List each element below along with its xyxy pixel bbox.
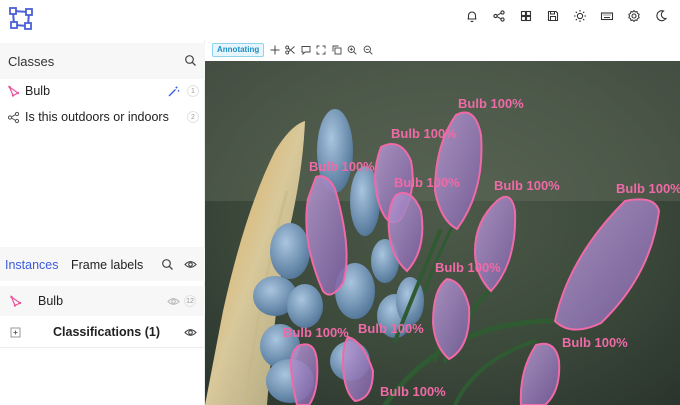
- classifications-row[interactable]: Classifications (1): [0, 316, 205, 348]
- class-item-label: Bulb: [25, 84, 51, 98]
- save-icon[interactable]: [539, 6, 566, 26]
- polygon-icon: [6, 84, 20, 98]
- class-item-bulb[interactable]: Bulb 1: [0, 80, 205, 102]
- bell-icon[interactable]: [458, 6, 485, 26]
- expand-icon[interactable]: [8, 325, 22, 339]
- bulb-polygon: [289, 343, 319, 405]
- annotated-image[interactable]: Bulb 100% Bulb 100% Bulb 100% Bulb 100% …: [205, 61, 680, 405]
- eye-icon[interactable]: [166, 294, 180, 308]
- top-bar: [0, 0, 680, 40]
- search-icon[interactable]: [160, 257, 174, 271]
- classifications-label: Classifications (1): [53, 325, 160, 339]
- classes-title: Classes: [8, 54, 55, 69]
- instance-label: Bulb: [38, 294, 64, 308]
- annotation-label: Bulb 100%: [380, 384, 446, 399]
- image-canvas[interactable]: Bulb 100% Bulb 100% Bulb 100% Bulb 100% …: [205, 61, 680, 405]
- annotating-mode-badge[interactable]: Annotating: [212, 43, 265, 57]
- annotation-label: Bulb 100%: [435, 260, 501, 275]
- zoom-in-icon[interactable]: [346, 44, 358, 56]
- left-sidebar: Classes Bulb 1 Is this outdoors or indoo…: [0, 40, 205, 405]
- annotation-label: Bulb 100%: [458, 96, 524, 111]
- instance-count-badge: 12: [184, 295, 196, 307]
- annotation-toolbar: Annotating: [205, 40, 680, 61]
- annotation-label: Bulb 100%: [391, 126, 457, 141]
- share-icon[interactable]: [485, 6, 512, 26]
- class-item-classification[interactable]: Is this outdoors or indoors 2: [0, 106, 205, 128]
- search-icon[interactable]: [183, 53, 197, 67]
- annotation-label: Bulb 100%: [358, 321, 424, 336]
- keyboard-icon[interactable]: [593, 6, 620, 26]
- zoom-out-icon[interactable]: [362, 44, 374, 56]
- annotation-label: Bulb 100%: [283, 325, 349, 340]
- tab-frame-labels[interactable]: Frame labels: [71, 258, 143, 272]
- annotation-label: Bulb 100%: [394, 175, 460, 190]
- reset-icon[interactable]: [331, 44, 343, 56]
- annotation-label: Bulb 100%: [309, 159, 375, 174]
- classification-icon: [6, 110, 20, 124]
- scissors-icon[interactable]: [284, 44, 296, 56]
- class-item-label: Is this outdoors or indoors: [25, 110, 169, 124]
- grid-icon[interactable]: [512, 6, 539, 26]
- eye-icon[interactable]: [183, 325, 197, 339]
- fit-icon[interactable]: [315, 44, 327, 56]
- classes-header: Classes: [0, 43, 205, 79]
- annotation-label: Bulb 100%: [494, 178, 560, 193]
- annotation-label: Bulb 100%: [562, 335, 628, 350]
- tab-instances[interactable]: Instances: [5, 258, 59, 272]
- class-count-badge: 1: [187, 85, 199, 97]
- app-logo-icon[interactable]: [8, 6, 34, 32]
- eye-icon[interactable]: [183, 257, 197, 271]
- moon-icon[interactable]: [647, 6, 674, 26]
- instance-row-bulb[interactable]: Bulb 12: [0, 286, 205, 316]
- comment-icon[interactable]: [300, 44, 312, 56]
- annotation-label: Bulb 100%: [616, 181, 680, 196]
- class-count-badge: 2: [187, 111, 199, 123]
- gear-icon[interactable]: [620, 6, 647, 26]
- instances-header: Instances Frame labels: [0, 247, 205, 281]
- polygon-icon: [8, 294, 22, 308]
- sun-icon[interactable]: [566, 6, 593, 26]
- move-icon[interactable]: [269, 44, 281, 56]
- magic-wand-icon[interactable]: [166, 84, 180, 98]
